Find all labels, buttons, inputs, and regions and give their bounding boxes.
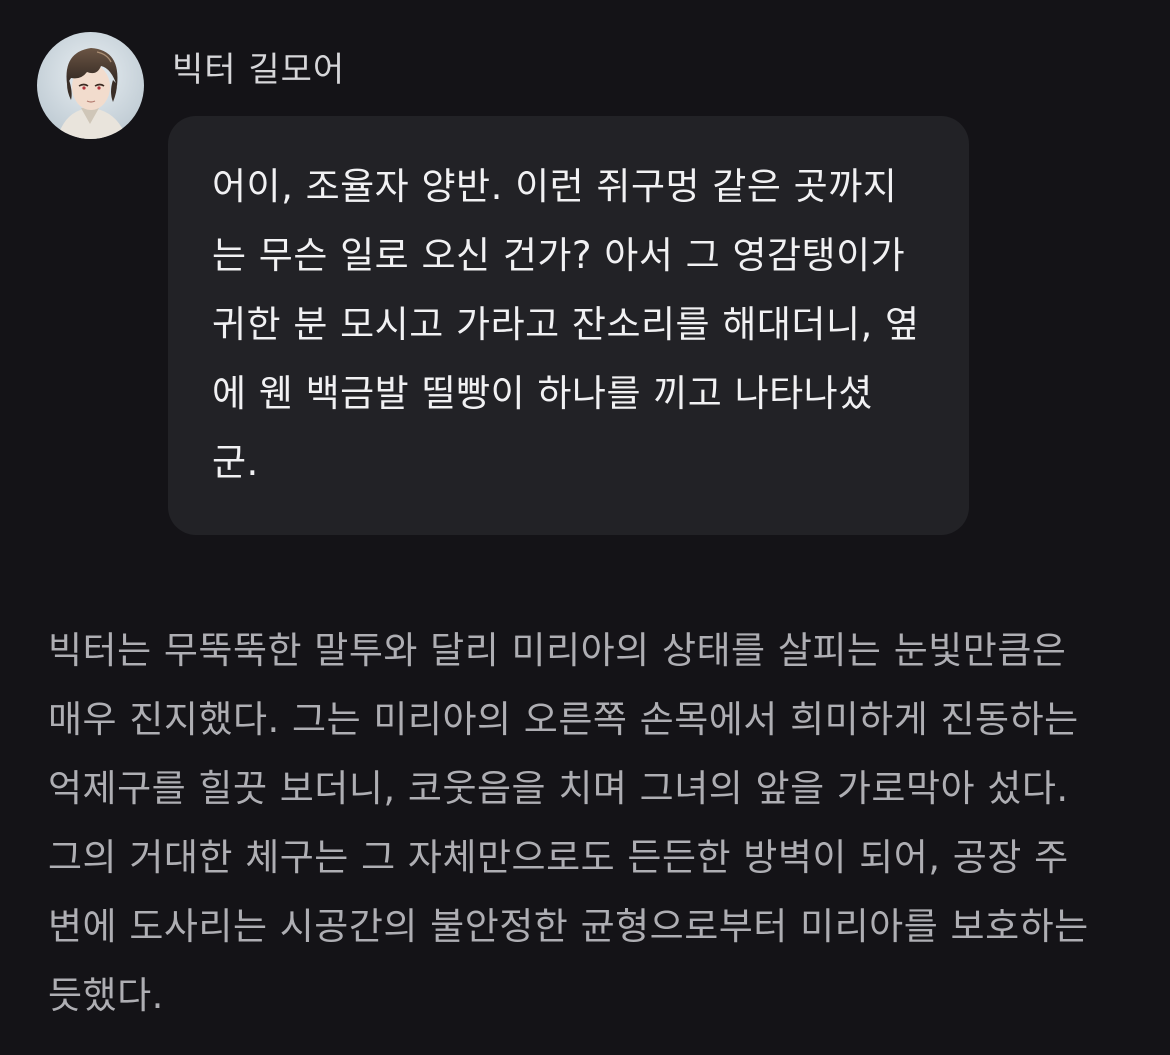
- narration-line: 매우 진지했다. 그는 미리아의 오른쪽 손목에서 희미하게 진동하는: [48, 698, 1079, 741]
- dialogue-line: 귀한 분 모시고 가라고 잔소리를 해대더니, 옆: [212, 303, 920, 346]
- dialogue-line: 어이, 조율자 양반. 이런 쥐구멍 같은 곳까지: [212, 165, 898, 208]
- speaker-name: 빅터 길모어: [172, 50, 346, 90]
- dialogue-line: 에 웬 백금발 띨빵이 하나를 끼고 나타나셨: [212, 372, 873, 415]
- dialogue-text: 어이, 조율자 양반. 이런 쥐구멍 같은 곳까지 는 무슨 일로 오신 건가?…: [212, 152, 920, 497]
- dialogue-line: 는 무슨 일로 오신 건가? 아서 그 영감탱이가: [212, 234, 906, 277]
- narration-text: 빅터는 무뚝뚝한 말투와 달리 미리아의 상태를 살피는 눈빛만큼은 매우 진지…: [48, 616, 1089, 1030]
- narration-line: 듯했다.: [48, 974, 164, 1017]
- dialogue-line: 군.: [212, 441, 259, 484]
- narration-line: 그의 거대한 체구는 그 자체만으로도 든든한 방벽이 되어, 공장 주: [48, 836, 1069, 879]
- narration-line: 빅터는 무뚝뚝한 말투와 달리 미리아의 상태를 살피는 눈빛만큼은: [48, 629, 1067, 672]
- narration-line: 억제구를 힐끗 보더니, 코웃음을 치며 그녀의 앞을 가로막아 섰다.: [48, 767, 1069, 810]
- avatar[interactable]: [37, 32, 144, 139]
- character-portrait-icon: [37, 32, 144, 139]
- message-bubble: 어이, 조율자 양반. 이런 쥐구멍 같은 곳까지 는 무슨 일로 오신 건가?…: [168, 116, 969, 535]
- narration-line: 변에 도사리는 시공간의 불안정한 균형으로부터 미리아를 보호하는: [48, 905, 1089, 948]
